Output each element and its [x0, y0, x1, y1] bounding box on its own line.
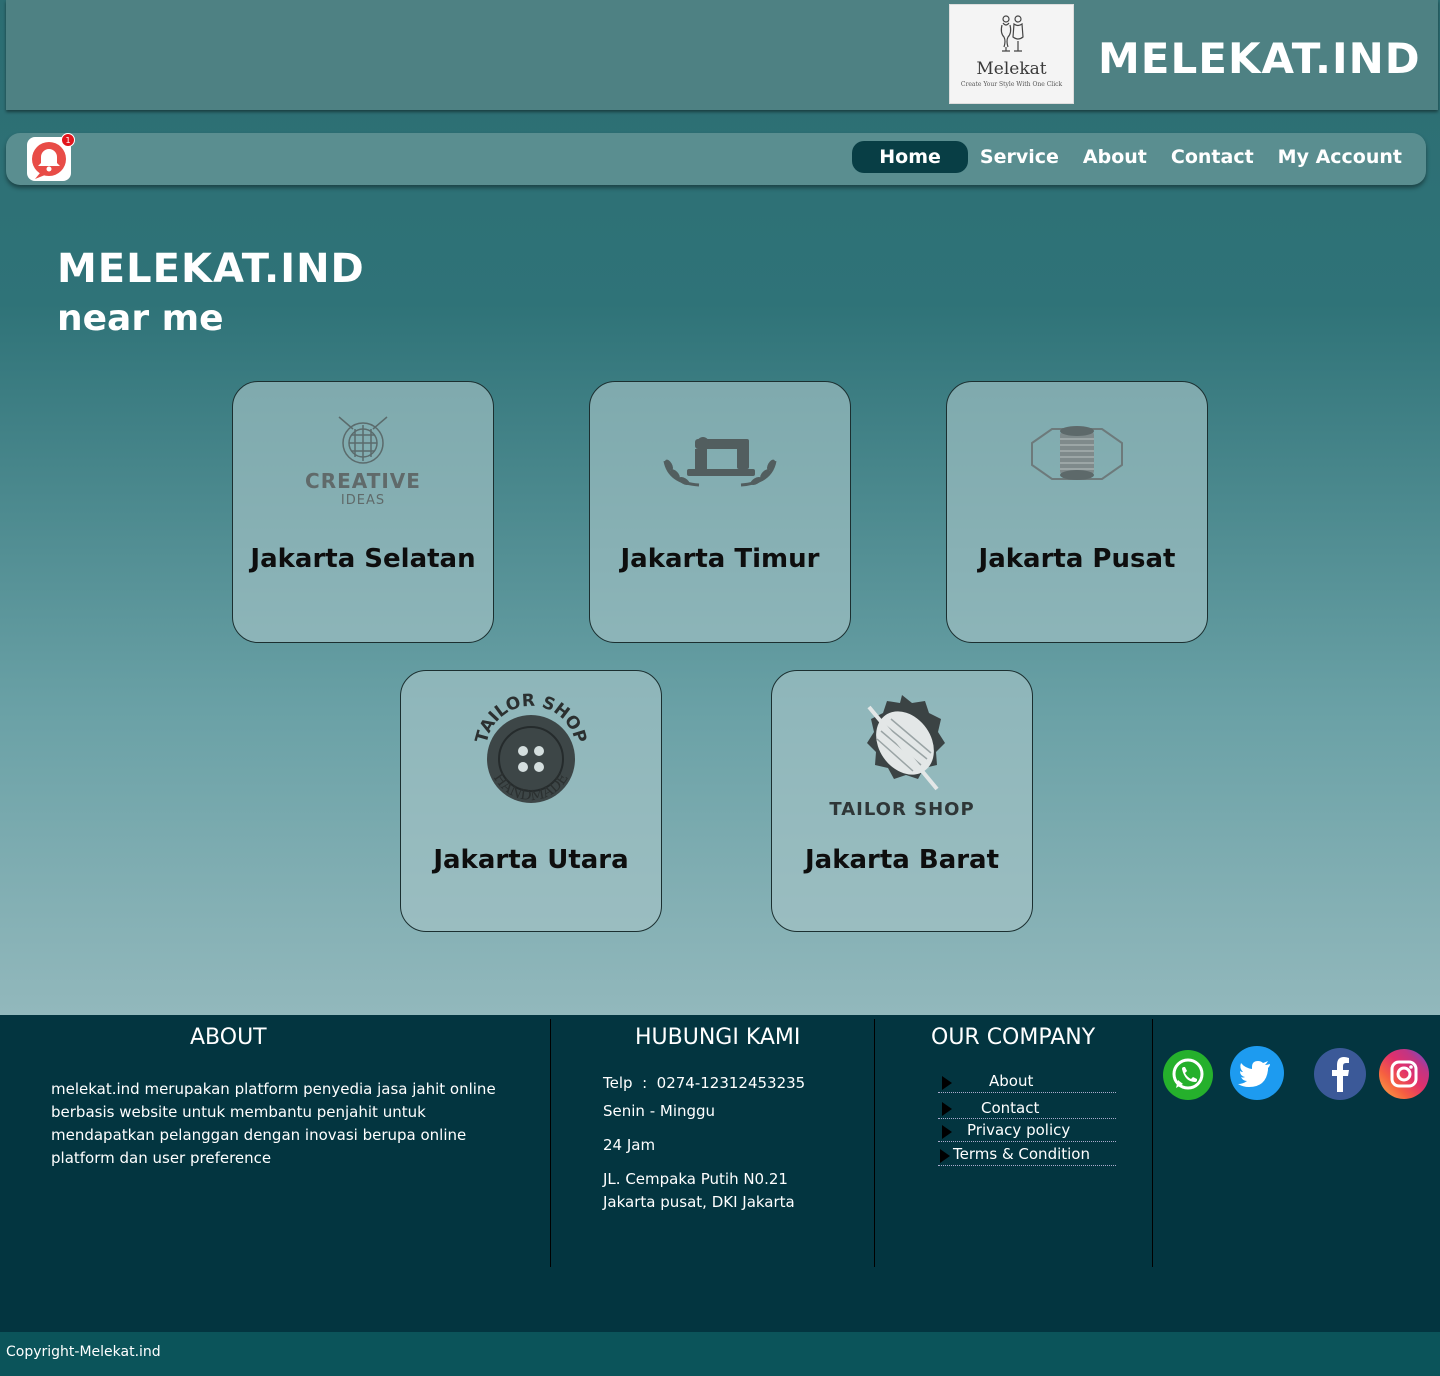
card-jakarta-selatan[interactable]: CREATIVE IDEAS Jakarta Selatan [232, 381, 494, 643]
footer-phone: Telp : 0274-12312453235 [603, 1074, 806, 1092]
thread-spool-logo [947, 408, 1207, 498]
copyright-text: Copyright-Melekat.ind [6, 1344, 161, 1360]
yarn-ball-icon [338, 415, 388, 464]
logo-name: Melekat [976, 59, 1047, 79]
creative-ideas-logo: CREATIVE IDEAS [233, 410, 493, 510]
melekat-logo[interactable]: Melekat Create Your Style With One Click [949, 4, 1074, 104]
footer-link-contact[interactable]: Contact [938, 1097, 1116, 1119]
copyright-bar: Copyright-Melekat.ind [0, 1332, 1440, 1376]
whatsapp-icon[interactable] [1163, 1050, 1213, 1100]
card-jakarta-barat[interactable]: TAILOR SHOP Jakarta Barat [771, 670, 1033, 932]
card-title: Jakarta Utara [433, 845, 629, 875]
logo-text-creative: CREATIVE [305, 468, 421, 493]
brand-title: MELEKAT.IND [1098, 34, 1421, 83]
top-header: Melekat Create Your Style With One Click… [6, 0, 1438, 110]
twitter-icon[interactable] [1230, 1046, 1284, 1100]
footer-about-heading: ABOUT [190, 1025, 267, 1050]
logo-tagline: Create Your Style With One Click [960, 81, 1063, 88]
footer-link-label: Terms & Condition [953, 1145, 1090, 1163]
nav-contact[interactable]: Contact [1159, 142, 1266, 172]
hero-title: MELEKAT.IND [57, 246, 365, 292]
footer-about-text: melekat.ind merupakan platform penyedia … [51, 1080, 496, 1167]
footer-company-heading: OUR COMPANY [931, 1025, 1096, 1050]
card-title: Jakarta Timur [620, 544, 820, 574]
footer-link-label: About [989, 1072, 1034, 1090]
nav-about[interactable]: About [1071, 142, 1159, 172]
tailor-shop-logo: TAILOR SHOP [772, 691, 1032, 821]
footer-link-label: Contact [981, 1099, 1040, 1117]
card-title: Jakarta Barat [804, 845, 1000, 875]
logo-text-tailor-shop: TAILOR SHOP [829, 798, 975, 820]
sewing-machine-icon [663, 437, 777, 487]
arrow-right-icon [942, 1102, 952, 1116]
nav-my-account[interactable]: My Account [1266, 142, 1414, 172]
footer-days: Senin - Minggu [603, 1102, 716, 1120]
logo-text-ideas: IDEAS [340, 492, 386, 508]
notification-badge: 1 [61, 133, 75, 147]
footer-contact-heading: HUBUNGI KAMI [635, 1025, 801, 1050]
footer-address-line-2: Jakarta pusat, DKI Jakarta [603, 1193, 795, 1211]
card-jakarta-utara[interactable]: TAILOR SHOP HANDMADE Jakarta Utara [400, 670, 662, 932]
nav-links: Home Service About Contact My Account [852, 141, 1414, 173]
nav-service[interactable]: Service [968, 142, 1071, 172]
button-badge-icon: TAILOR SHOP HANDMADE [472, 691, 590, 805]
card-title: Jakarta Selatan [250, 544, 476, 574]
sewing-machine-logo [590, 416, 850, 516]
footer-divider [550, 1019, 551, 1267]
footer-link-label: Privacy policy [967, 1121, 1071, 1139]
thread-needle-icon [867, 694, 945, 790]
footer-link-privacy[interactable]: Privacy policy [938, 1120, 1116, 1142]
arrow-right-icon [940, 1149, 950, 1163]
arrow-right-icon [942, 1125, 952, 1139]
card-jakarta-timur[interactable]: Jakarta Timur [589, 381, 851, 643]
footer-divider [1152, 1019, 1153, 1267]
nav-home[interactable]: Home [852, 141, 968, 173]
mannequin-logo-icon [1000, 15, 1024, 52]
footer-link-terms[interactable]: Terms & Condition [938, 1144, 1116, 1166]
footer-divider [874, 1019, 875, 1267]
footer-link-about[interactable]: About [938, 1071, 1116, 1093]
hero-subtitle: near me [57, 298, 224, 339]
tailor-shop-handmade-logo: TAILOR SHOP HANDMADE [401, 681, 661, 821]
thread-spool-icon [1031, 426, 1123, 480]
arrow-right-icon [942, 1076, 952, 1090]
facebook-icon[interactable] [1314, 1048, 1366, 1100]
footer: ABOUT melekat.ind merupakan platform pen… [0, 1015, 1440, 1332]
card-title: Jakarta Pusat [978, 544, 1176, 574]
card-jakarta-pusat[interactable]: Jakarta Pusat [946, 381, 1208, 643]
nav-bar: 1 Home Service About Contact My Account [6, 133, 1426, 185]
footer-hours: 24 Jam [603, 1136, 656, 1154]
footer-address-line-1: JL. Cempaka Putih N0.21 [603, 1170, 788, 1188]
instagram-icon[interactable] [1379, 1049, 1429, 1099]
